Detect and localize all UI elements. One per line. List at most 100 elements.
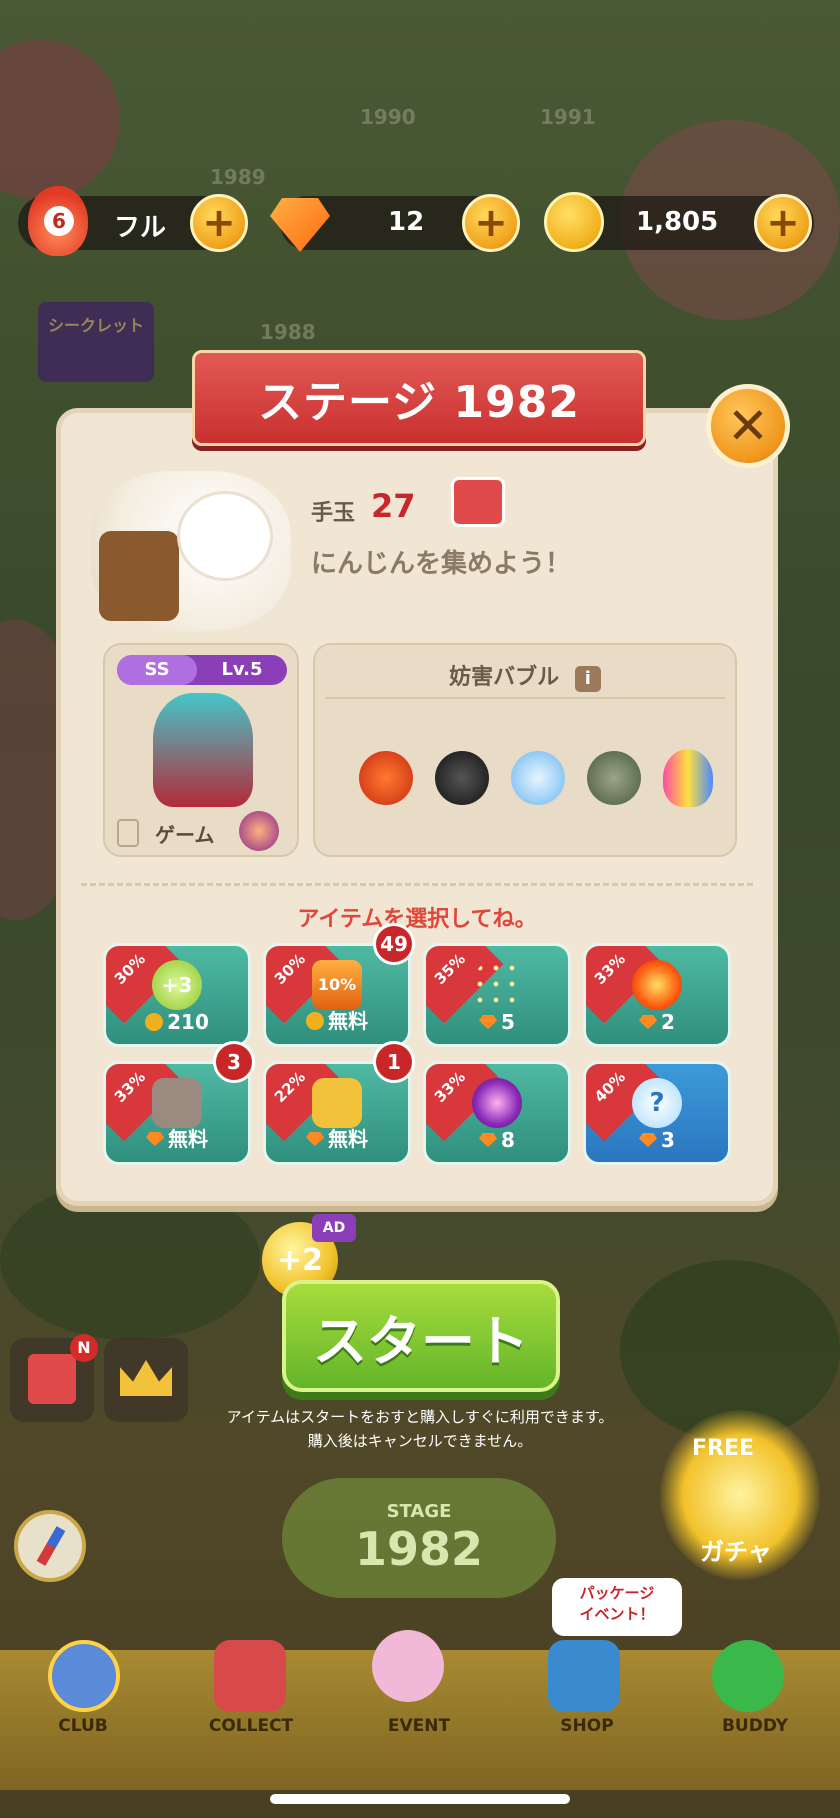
obstacle-title: 妨害バブル [449, 665, 560, 690]
start-button[interactable]: スタート [282, 1280, 560, 1392]
moves-value: 27 [371, 487, 416, 525]
balloon-bubble-icon [663, 749, 713, 807]
moves-label: 手玉 [311, 501, 356, 526]
item-price: 無料 [168, 1127, 208, 1151]
stage-title: ステージ 1982 [258, 377, 580, 428]
notification-badge: N [70, 1334, 98, 1362]
gold-fist-icon [312, 1078, 362, 1128]
item-price: 210 [167, 1010, 209, 1034]
compass-icon [36, 1526, 66, 1566]
gacha-free-label: FREE [692, 1436, 755, 1461]
nav-buddy[interactable]: BUDDY [690, 1716, 820, 1736]
section-divider [81, 883, 753, 886]
gems-count: 12 [388, 207, 425, 237]
skill-icon [239, 811, 279, 851]
divider [325, 697, 725, 699]
resource-bar: 6 フル + 12 + 1,805 + [18, 186, 818, 258]
gift-button[interactable]: N [10, 1334, 98, 1422]
club-icon [48, 1640, 120, 1712]
item-price: 2 [661, 1010, 675, 1034]
purple-orb-icon [472, 1078, 522, 1128]
item-mystery-bottle[interactable]: 40% ? 3 [583, 1061, 731, 1165]
item-count-badge: 1 [373, 1041, 415, 1083]
character-rank: SS [117, 655, 197, 685]
gift-icon [28, 1354, 76, 1404]
buddy-icon [712, 1640, 784, 1712]
character-avatar [153, 693, 253, 807]
stone-bubble-icon [587, 751, 641, 805]
coin-icon [544, 192, 604, 252]
stage-dialog: 手玉 27 にんじんを集めよう！ SS Lv.5 ゲーム 妨害バブル i アイテ… [56, 408, 778, 1206]
nav-event[interactable]: EVENT [354, 1716, 484, 1736]
add-coins-button[interactable]: + [754, 194, 812, 252]
battery-icon [117, 819, 139, 847]
stage-title-ribbon: ステージ 1982 [192, 350, 646, 446]
nav-collect[interactable]: COLLECT [186, 1716, 316, 1736]
dotted-path-icon [472, 960, 522, 1010]
crown-button[interactable] [104, 1338, 188, 1422]
stage-objective: にんじんを集めよう！ [311, 549, 572, 579]
item-dotted-path[interactable]: 35% 5 [423, 943, 571, 1047]
gacha-label: ガチャ [700, 1538, 772, 1566]
lives-count: 6 [44, 206, 74, 236]
item-price: 5 [501, 1010, 515, 1034]
arrow-up-icon: 10% [312, 960, 362, 1010]
close-button[interactable]: ✕ [706, 384, 790, 468]
compass-button[interactable] [14, 1510, 86, 1582]
character-card[interactable]: SS Lv.5 ゲーム [103, 643, 299, 857]
coins-count: 1,805 [636, 207, 719, 237]
crown-icon [120, 1360, 172, 1396]
info-icon[interactable]: i [574, 666, 601, 692]
character-level: Lv.5 [221, 659, 263, 680]
stage-button[interactable]: STAGE 1982 [282, 1478, 556, 1598]
add-gems-button[interactable]: + [462, 194, 520, 252]
cancel-notice: 購入後はキャンセルできません。 [307, 1432, 533, 1450]
item-purple-orb[interactable]: 33% 8 [423, 1061, 571, 1165]
package-event-bubble[interactable]: パッケージ イベント！ [552, 1578, 682, 1636]
black-bubble-icon [435, 751, 489, 805]
start-label: スタート [313, 1309, 529, 1373]
item-price: 無料 [328, 1127, 368, 1151]
bomb-bubble-icon [359, 751, 413, 805]
mascot-illustration [91, 471, 291, 631]
nav-club[interactable]: CLUB [18, 1716, 148, 1736]
fireball-icon [632, 960, 682, 1010]
item-prompt: アイテムを選択してね。 [297, 907, 537, 932]
purchase-notice: アイテムはスタートをおすと購入しすぐに利用できます。 [226, 1408, 614, 1426]
home-indicator[interactable] [270, 1794, 570, 1804]
bunny-face-icon [177, 491, 273, 581]
ad-tag: AD [312, 1214, 356, 1242]
event-icon [372, 1630, 444, 1702]
collect-icon [214, 1640, 286, 1712]
stone-fist-icon [152, 1078, 202, 1128]
gem-icon [146, 1132, 164, 1146]
add-lives-button[interactable]: + [190, 194, 248, 252]
obstacle-card: 妨害バブル i [313, 643, 737, 857]
item-price: 8 [501, 1128, 515, 1152]
ghost-bubble-icon [511, 751, 565, 805]
shop-icon [548, 1640, 620, 1712]
treasure-chest-icon[interactable] [451, 477, 505, 527]
character-skill-label: ゲーム [155, 823, 215, 847]
gem-icon [479, 1133, 498, 1147]
item-fireball[interactable]: 33% 2 [583, 943, 731, 1047]
item-price: 無料 [328, 1009, 368, 1033]
gem-icon [306, 1132, 324, 1146]
lives-status: フル [114, 213, 167, 243]
plus-three-icon: +3 [152, 960, 202, 1010]
coin-icon [145, 1013, 164, 1031]
gem-icon [639, 1133, 658, 1147]
item-count-badge: 3 [213, 1041, 255, 1083]
nav-shop[interactable]: SHOP [522, 1716, 652, 1736]
item-price: 3 [661, 1128, 675, 1152]
gem-icon [639, 1015, 658, 1029]
coin-icon [306, 1012, 324, 1030]
gem-icon [479, 1015, 498, 1029]
item-plus-three[interactable]: 30% +3 210 [103, 943, 251, 1047]
basket-icon [99, 531, 179, 621]
stage-button-number: 1982 [354, 1521, 484, 1576]
gacha-button[interactable]: FREE ガチャ [660, 1410, 820, 1580]
mystery-bottle-icon: ? [632, 1078, 682, 1128]
stage-button-label: STAGE [386, 1500, 452, 1522]
item-count-badge: 49 [373, 923, 415, 965]
